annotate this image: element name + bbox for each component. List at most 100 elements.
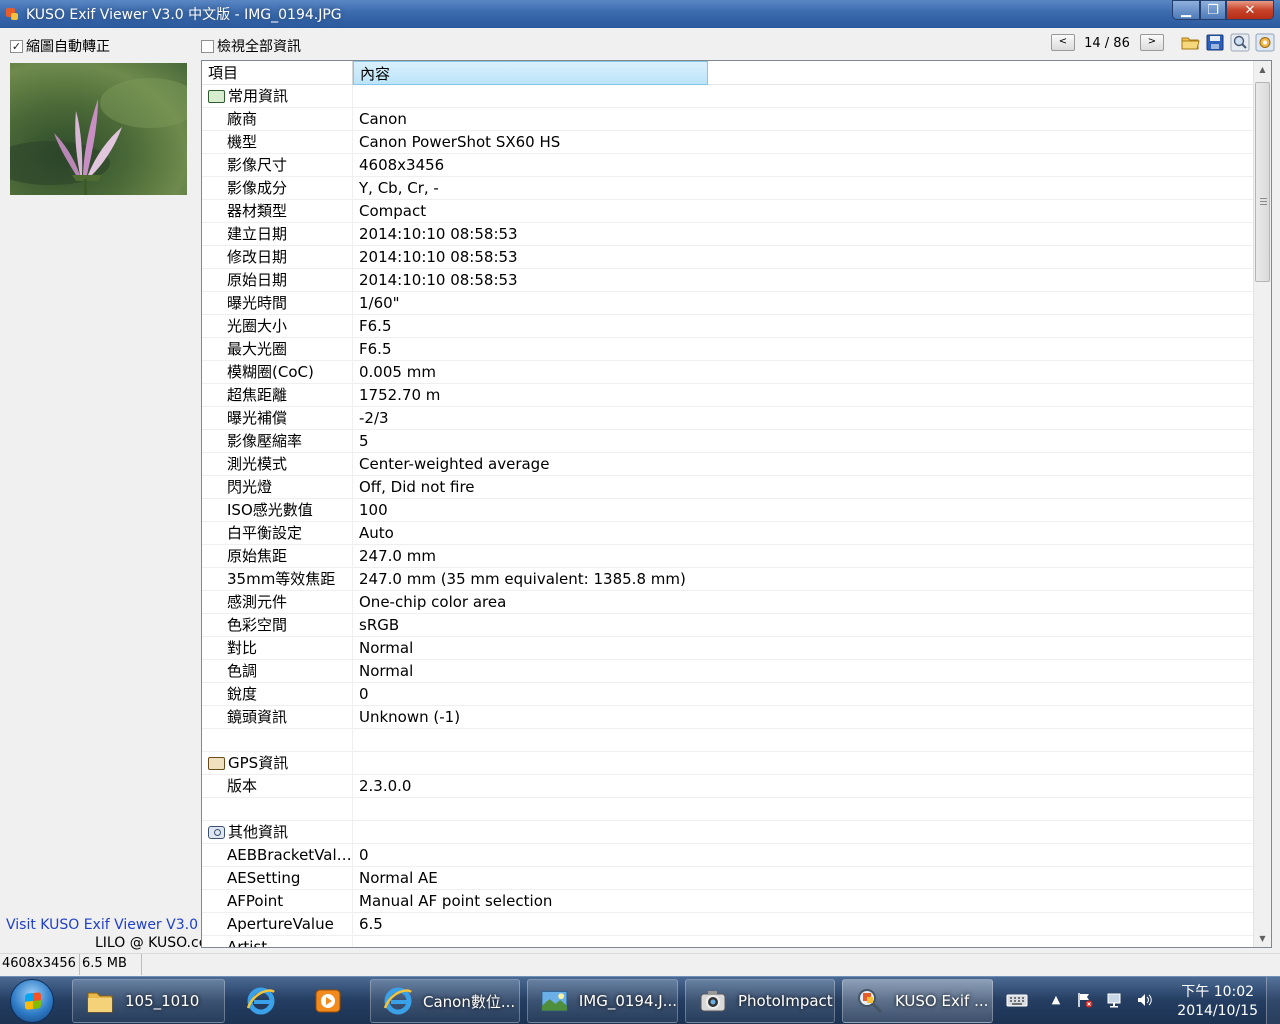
taskbar-item-image[interactable]: IMG_0194.J... [527, 979, 678, 1023]
save-icon[interactable] [1205, 33, 1225, 52]
show-desktop-button[interactable] [1266, 977, 1280, 1024]
table-row[interactable]: AFPoint Manual AF point selection [202, 890, 1254, 913]
prev-image-button[interactable]: < [1051, 34, 1075, 51]
table-row[interactable]: 機型 Canon PowerShot SX60 HS [202, 131, 1254, 154]
clock-time: 下午 10:02 [1181, 984, 1255, 1000]
table-row[interactable]: 版本 2.3.0.0 [202, 775, 1254, 798]
scroll-down-icon[interactable]: ▼ [1254, 930, 1271, 947]
table-group-row[interactable]: GPS資訊 [202, 752, 1254, 775]
item-cell: AEBBracketValue [202, 844, 353, 866]
table-row[interactable]: 銳度 0 [202, 683, 1254, 706]
show-hidden-icons-icon[interactable]: ▲ [1047, 992, 1065, 1008]
item-cell: 建立日期 [202, 223, 353, 245]
table-row[interactable]: 影像成分 Y, Cb, Cr, - [202, 177, 1254, 200]
table-row[interactable]: 廠商 Canon [202, 108, 1254, 131]
table-row[interactable]: 建立日期 2014:10:10 08:58:53 [202, 223, 1254, 246]
taskbar-item-kuso-exif[interactable]: KUSO Exif ... [842, 979, 993, 1023]
value-cell: 0.005 mm [359, 363, 436, 381]
table-row[interactable]: Artist [202, 936, 1254, 947]
start-button[interactable] [10, 979, 54, 1023]
item-cell: ApertureValue [202, 913, 353, 935]
table-row[interactable]: 最大光圈 F6.5 [202, 338, 1254, 361]
taskbar-item-media-player[interactable] [300, 979, 360, 1023]
next-image-button[interactable]: > [1140, 34, 1164, 51]
table-row[interactable]: 曝光時間 1/60" [202, 292, 1254, 315]
table-row[interactable]: 閃光燈 Off, Did not fire [202, 476, 1254, 499]
auto-rotate-checkbox[interactable]: ✓ 縮圖自動轉正 [10, 36, 110, 56]
action-center-flag-icon[interactable] [1076, 992, 1094, 1008]
item-cell: 影像尺寸 [202, 154, 353, 176]
table-row[interactable]: 原始焦距 247.0 mm [202, 545, 1254, 568]
table-row[interactable]: 測光模式 Center-weighted average [202, 453, 1254, 476]
close-button[interactable]: ✕ [1226, 0, 1274, 20]
table-row[interactable]: 白平衡設定 Auto [202, 522, 1254, 545]
item-cell: 廠商 [202, 108, 353, 130]
thumbnail-image [10, 63, 187, 195]
item-cell: 其他資訊 [202, 821, 353, 843]
visit-website-link[interactable]: Visit KUSO Exif Viewer V3.0 [6, 917, 201, 933]
item-cell: 最大光圈 [202, 338, 353, 360]
value-cell [353, 85, 708, 107]
vertical-scrollbar[interactable]: ▲ ▼ [1253, 61, 1271, 947]
view-all-checkbox-box[interactable] [201, 39, 214, 53]
maximize-button[interactable]: ❐ [1200, 0, 1226, 20]
table-row[interactable]: 影像壓縮率 5 [202, 430, 1254, 453]
column-header-value[interactable]: 內容 [353, 61, 708, 85]
value-cell: 0 [359, 846, 369, 864]
table-row[interactable]: 影像尺寸 4608x3456 [202, 154, 1254, 177]
table-group-row[interactable]: 其他資訊 [202, 821, 1254, 844]
item-cell: 影像成分 [202, 177, 353, 199]
value-cell: 5 [359, 432, 369, 450]
table-row[interactable]: 原始日期 2014:10:10 08:58:53 [202, 269, 1254, 292]
column-header-item[interactable]: 項目 [202, 61, 353, 85]
folder-icon [87, 992, 113, 1013]
scroll-up-icon[interactable]: ▲ [1254, 61, 1271, 78]
group-label: 其他資訊 [228, 823, 289, 841]
volume-icon[interactable] [1136, 992, 1154, 1008]
table-row[interactable]: AEBBracketValue 0 [202, 844, 1254, 867]
table-row[interactable]: 35mm等效焦距 247.0 mm (35 mm equivalent: 1385… [202, 568, 1254, 591]
system-clock[interactable]: 下午 10:02 2014/10/15 [1177, 983, 1258, 1021]
app-icon [4, 6, 20, 22]
taskbar-item-photoimpact[interactable]: PhotoImpact [685, 979, 835, 1023]
table-row[interactable]: 感測元件 One-chip color area [202, 591, 1254, 614]
value-cell: One-chip color area [359, 593, 507, 611]
table-row[interactable] [202, 798, 1254, 821]
table-row[interactable]: ISO感光數值 100 [202, 499, 1254, 522]
page-indicator: 14 / 86 [1084, 36, 1130, 51]
table-row[interactable]: 器材類型 Compact [202, 200, 1254, 223]
item-cell: 光圈大小 [202, 315, 353, 337]
item-cell: 銳度 [202, 683, 353, 705]
table-row[interactable]: 模糊圈(CoC) 0.005 mm [202, 361, 1254, 384]
taskbar-item-canon-browser[interactable]: Canon數位... [370, 979, 520, 1023]
table-row[interactable]: 光圈大小 F6.5 [202, 315, 1254, 338]
table-row[interactable]: 修改日期 2014:10:10 08:58:53 [202, 246, 1254, 269]
table-row[interactable]: 色調 Normal [202, 660, 1254, 683]
value-cell: Canon [359, 110, 407, 128]
auto-rotate-checkbox-box[interactable]: ✓ [10, 39, 23, 53]
value-cell: 1752.70 m [359, 386, 441, 404]
table-row[interactable]: 對比 Normal [202, 637, 1254, 660]
view-all-checkbox[interactable]: 檢視全部資訊 [201, 36, 301, 56]
taskbar-item-folder[interactable]: 105_1010 [72, 979, 225, 1023]
table-group-row[interactable]: 常用資訊 [202, 85, 1254, 108]
keyboard-icon[interactable] [1006, 992, 1028, 1008]
settings-icon[interactable] [1255, 33, 1275, 52]
value-cell: 247.0 mm (35 mm equivalent: 1385.8 mm) [359, 570, 686, 588]
network-icon[interactable] [1106, 992, 1124, 1008]
table-row[interactable]: 超焦距離 1752.70 m [202, 384, 1254, 407]
minimize-button[interactable]: ▁ [1172, 0, 1200, 20]
taskbar-item-ie[interactable] [233, 979, 293, 1023]
scrollbar-thumb[interactable] [1255, 82, 1270, 282]
table-row[interactable]: 鏡頭資訊 Unknown (-1) [202, 706, 1254, 729]
table-row[interactable]: 色彩空間 sRGB [202, 614, 1254, 637]
table-row[interactable]: 曝光補償 -2/3 [202, 407, 1254, 430]
value-cell: 1/60" [359, 294, 400, 312]
gps-icon [208, 756, 225, 770]
taskbar-item-label: Canon數位... [423, 992, 516, 1011]
open-folder-icon[interactable] [1180, 33, 1200, 52]
zoom-icon[interactable] [1230, 33, 1250, 52]
table-row[interactable]: AESetting Normal AE [202, 867, 1254, 890]
table-row[interactable] [202, 729, 1254, 752]
table-row[interactable]: ApertureValue 6.5 [202, 913, 1254, 936]
